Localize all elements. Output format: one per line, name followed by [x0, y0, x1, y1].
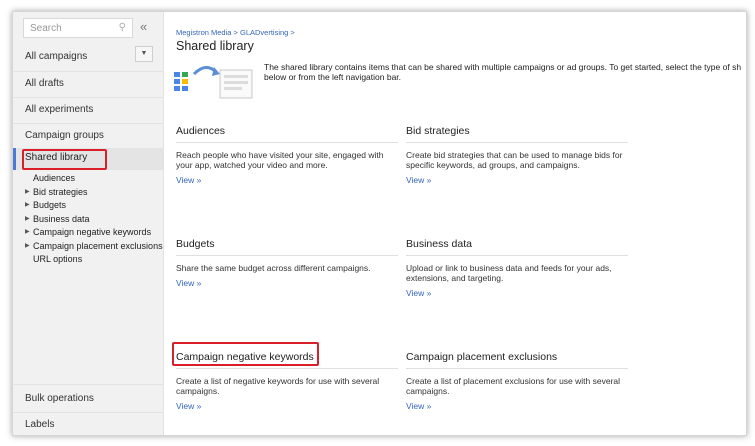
- card-description: Create bid strategies that can be used t…: [406, 150, 623, 170]
- sidebar-item-all-experiments[interactable]: All experiments: [25, 104, 93, 115]
- card-bid-strategies: Bid strategies Create bid strategies tha…: [406, 125, 628, 185]
- subnav-item-campaign-negative-keywords[interactable]: ▶ Campaign negative keywords: [25, 227, 163, 241]
- sidebar-item-campaign-groups[interactable]: Campaign groups: [25, 130, 104, 141]
- app-frame: Search ⚲ « All campaigns ▼ All drafts Al…: [12, 11, 747, 436]
- view-link[interactable]: View »: [176, 278, 398, 288]
- intro-text: The shared library contains items that c…: [264, 62, 742, 82]
- card-description: Reach people who have visited your site,…: [176, 150, 384, 170]
- card-title: Audiences: [176, 125, 398, 143]
- divider: [13, 71, 163, 72]
- view-link[interactable]: View »: [176, 401, 398, 411]
- subnav-item-audiences[interactable]: Audiences: [25, 173, 163, 187]
- shared-library-illustration-icon: [174, 66, 253, 99]
- card-title: Bid strategies: [406, 125, 628, 143]
- card-title: Business data: [406, 238, 628, 256]
- sidebar-item-labels[interactable]: Labels: [25, 419, 54, 430]
- card-description: Share the same budget across different c…: [176, 263, 371, 273]
- card-title: Campaign placement exclusions: [406, 351, 628, 369]
- subnav-item-bid-strategies[interactable]: ▶ Bid strategies: [25, 187, 163, 201]
- subnav-label: Campaign placement exclusions: [33, 240, 163, 251]
- card-description: Upload or link to business data and feed…: [406, 263, 612, 283]
- page-title: Shared library: [176, 39, 254, 53]
- card-campaign-placement-exclusions: Campaign placement exclusions Create a l…: [406, 351, 628, 411]
- subnav-label: Budgets: [33, 200, 67, 210]
- highlight-box: [172, 342, 319, 366]
- expand-arrow-icon[interactable]: ▶: [25, 201, 30, 208]
- view-link[interactable]: View »: [406, 401, 628, 411]
- main-content: Megistron Media > GLADvertising > Shared…: [164, 12, 746, 435]
- subnav-label: Audiences: [33, 173, 76, 183]
- subnav-item-url-options[interactable]: URL options: [25, 254, 163, 268]
- subnav-label: Bid strategies: [33, 186, 88, 197]
- subnav-item-business-data[interactable]: ▶ Business data: [25, 214, 163, 228]
- chevron-down-icon[interactable]: ▼: [135, 46, 153, 62]
- selected-indicator: [13, 148, 16, 170]
- breadcrumb[interactable]: Megistron Media > GLADvertising >: [176, 28, 295, 37]
- subnav-item-campaign-placement-exclusions[interactable]: ▶ Campaign placement exclusions: [25, 241, 163, 255]
- card-business-data: Business data Upload or link to business…: [406, 238, 628, 298]
- highlight-box: [22, 149, 107, 170]
- search-icon[interactable]: ⚲: [119, 22, 126, 33]
- view-link[interactable]: View »: [406, 288, 628, 298]
- sidebar-item-bulk-operations[interactable]: Bulk operations: [25, 393, 94, 404]
- subnav-label: Campaign negative keywords: [33, 227, 152, 237]
- expand-arrow-icon[interactable]: ▶: [25, 242, 30, 249]
- divider: [13, 412, 163, 413]
- divider: [13, 97, 163, 98]
- search-input[interactable]: Search ⚲: [23, 18, 133, 38]
- view-link[interactable]: View »: [176, 175, 398, 185]
- search-placeholder: Search: [30, 23, 62, 34]
- expand-arrow-icon[interactable]: ▶: [25, 228, 30, 235]
- card-budgets: Budgets Share the same budget across dif…: [176, 238, 398, 288]
- card-title: Budgets: [176, 238, 398, 256]
- subnav-label: URL options: [33, 254, 83, 264]
- view-link[interactable]: View »: [406, 175, 628, 185]
- subnav-item-budgets[interactable]: ▶ Budgets: [25, 200, 163, 214]
- card-audiences: Audiences Reach people who have visited …: [176, 125, 398, 185]
- card-description: Create a list of negative keywords for u…: [176, 376, 380, 396]
- subnav-label: Business data: [33, 213, 90, 224]
- expand-arrow-icon[interactable]: ▶: [25, 215, 30, 222]
- sidebar-item-all-drafts[interactable]: All drafts: [25, 78, 64, 89]
- card-description: Create a list of placement exclusions fo…: [406, 376, 621, 396]
- expand-arrow-icon[interactable]: ▶: [25, 188, 30, 195]
- divider: [13, 384, 163, 385]
- shared-library-subnav: Audiences ▶ Bid strategies ▶ Budgets ▶ Busi…: [25, 173, 163, 268]
- sidebar-item-all-campaigns[interactable]: All campaigns: [25, 51, 87, 62]
- divider: [13, 123, 163, 124]
- sidebar: Search ⚲ « All campaigns ▼ All drafts Al…: [13, 12, 164, 435]
- collapse-sidebar-icon[interactable]: «: [140, 19, 147, 34]
